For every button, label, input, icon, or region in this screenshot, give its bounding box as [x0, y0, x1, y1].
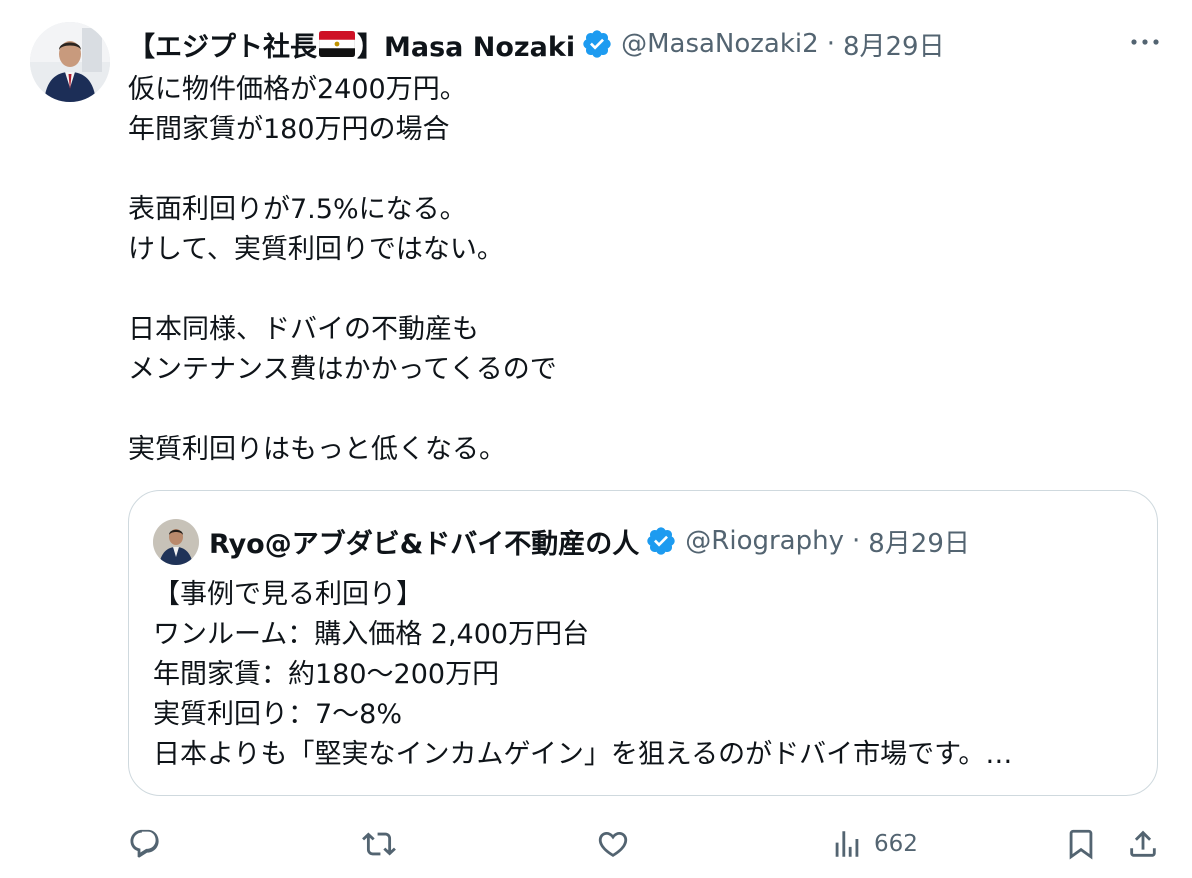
author-handle[interactable]: @MasaNozaki2: [621, 29, 819, 59]
quoted-date: 8月29日: [868, 528, 970, 559]
tweet-header: 【エジプト社長 】Masa Nozaki @MasaNozaki2 · 8月29…: [128, 24, 945, 64]
tweet-line: 表面利回りが7.5%になる。: [128, 194, 467, 225]
tweet-date[interactable]: 8月29日: [843, 26, 945, 63]
tweet-text: 仮に物件価格が2400万円。 年間家賃が180万円の場合 表面利回りが7.5%に…: [128, 70, 1128, 470]
more-options-button[interactable]: [1128, 30, 1162, 54]
quoted-line: 【事例で見る利回り】: [153, 579, 423, 610]
heart-icon: [598, 831, 628, 857]
separator-dot: ·: [826, 29, 835, 59]
bookmark-icon: [1069, 829, 1093, 860]
quoted-header: Ryo@アブダビ&ドバイ不動産の人 @Riography · 8月29日: [209, 521, 970, 561]
tweet-line: [128, 270, 1128, 310]
views-count: 662: [874, 831, 918, 857]
like-button[interactable]: [596, 824, 630, 864]
views-chart-icon: [835, 831, 859, 857]
quoted-line: ワンルーム：購入価格 2,400万円台: [153, 619, 590, 650]
quoted-author-handle: @Riography: [685, 526, 844, 556]
egypt-flag-icon: [318, 30, 356, 58]
tweet-line: 実質利回りはもっと低くなる。: [128, 434, 506, 465]
tweet-card: 【エジプト社長 】Masa Nozaki @MasaNozaki2 · 8月29…: [0, 0, 1192, 878]
tweet-line: 年間家賃が180万円の場合: [128, 114, 450, 145]
quoted-line: 実質利回り：7〜8%: [153, 699, 403, 730]
tweet-line: メンテナンス費はかかってくるので: [128, 354, 557, 385]
verified-badge-icon: [583, 30, 611, 58]
reply-button[interactable]: [128, 824, 162, 864]
quoted-author-avatar: [153, 519, 199, 565]
views-button[interactable]: 662: [830, 824, 918, 864]
author-name-prefix[interactable]: 【エジプト社長: [128, 25, 317, 64]
tweet-line: けして、実質利回りではない。: [128, 234, 504, 265]
quoted-author-name: Ryo@アブダビ&ドバイ不動産の人: [209, 528, 640, 560]
bookmark-button[interactable]: [1064, 824, 1098, 864]
verified-badge-icon: [647, 527, 675, 555]
action-bar: 662: [0, 820, 1192, 870]
tweet-line: 仮に物件価格が2400万円。: [128, 74, 467, 105]
retweet-button[interactable]: [362, 824, 396, 864]
tweet-line: [128, 150, 1128, 190]
share-icon: [1130, 830, 1156, 857]
quoted-text: 【事例で見る利回り】 ワンルーム：購入価格 2,400万円台 年間家賃：約180…: [153, 575, 1133, 775]
quoted-line: 年間家賃：約180〜200万円: [153, 659, 500, 690]
author-name-suffix[interactable]: 】Masa Nozaki: [357, 25, 575, 64]
more-dots-icon: [1131, 39, 1159, 45]
quoted-line: 日本よりも「堅実なインカムゲイン」を狙えるのがドバイ市場です。…: [153, 739, 1013, 770]
separator-dot: ·: [851, 526, 861, 556]
author-avatar[interactable]: [30, 22, 110, 102]
tweet-line: [128, 390, 1128, 430]
retweet-icon: [362, 832, 396, 856]
quoted-tweet[interactable]: Ryo@アブダビ&ドバイ不動産の人 @Riography · 8月29日 【事例…: [128, 490, 1158, 796]
tweet-line: 日本同様、ドバイの不動産も: [128, 314, 479, 345]
share-button[interactable]: [1126, 824, 1160, 864]
reply-icon: [130, 829, 159, 858]
